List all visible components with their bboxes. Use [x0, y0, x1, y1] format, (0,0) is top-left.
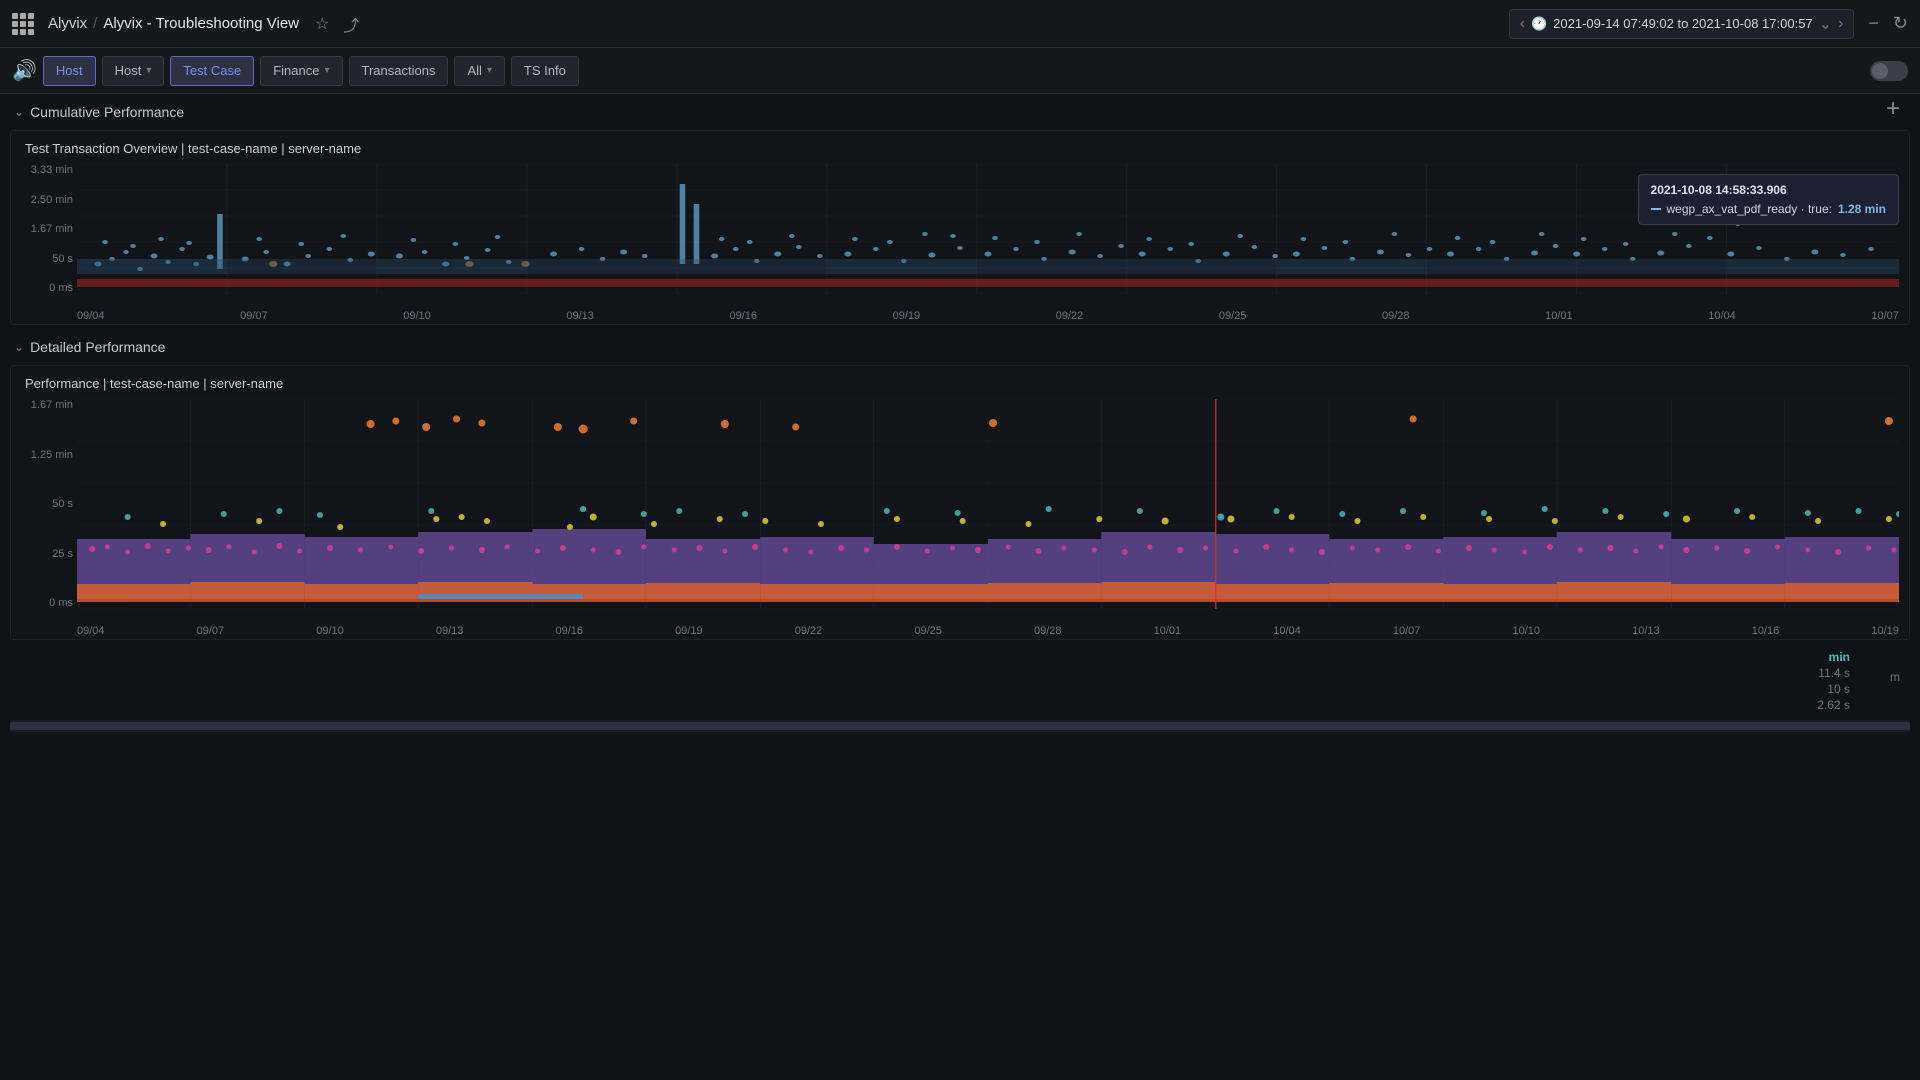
volume-icon[interactable]: 🔊	[12, 58, 37, 83]
breadcrumb-current: Alyvix - Troubleshooting View	[103, 15, 299, 32]
y-label-3: 50 s	[52, 253, 73, 265]
y-label-d0: 1.67 min	[31, 399, 73, 411]
detailed-chart-title: Performance | test-case-name | server-na…	[11, 376, 1909, 399]
breadcrumb: Alyvix / Alyvix - Troubleshooting View	[48, 15, 299, 32]
test-case-button[interactable]: Test Case	[170, 56, 254, 86]
y-label-d1: 1.25 min	[31, 449, 73, 461]
y-label-1: 2.50 min	[31, 194, 73, 206]
tooltip-time: 2021-10-08 14:58:33.906	[1651, 183, 1886, 197]
prev-time-arrow[interactable]: ‹	[1520, 15, 1525, 33]
detailed-x-axis: 09/04 09/07 09/10 09/13 09/16 09/19 09/2…	[77, 625, 1899, 637]
y-label-0: 3.33 min	[31, 164, 73, 176]
cumulative-svg-area	[77, 164, 1899, 294]
y-label-4: 0 ms	[49, 282, 73, 294]
y-label-d2: 50 s	[52, 498, 73, 510]
star-icon[interactable]: ☆	[315, 14, 329, 34]
detailed-chart-area: 1.67 min 1.25 min 50 s 25 s 0 ms	[11, 399, 1909, 639]
add-panel-button[interactable]: +	[1886, 95, 1900, 123]
toggle-switch-container[interactable]	[1870, 61, 1908, 81]
cumulative-section-header[interactable]: ⌄ Cumulative Performance	[0, 94, 1920, 126]
detailed-section-title: Detailed Performance	[30, 339, 165, 355]
host-caret: ▾	[146, 65, 151, 76]
expand-time-arrow[interactable]: ⌄	[1819, 14, 1832, 34]
scroll-bar[interactable]	[10, 720, 1910, 732]
scroll-handle[interactable]	[10, 722, 1910, 730]
share-icon[interactable]: ⤴	[343, 12, 359, 36]
time-val-2: 2.62 s	[1817, 698, 1850, 712]
time-range-text: 2021-09-14 07:49:02 to 2021-10-08 17:00:…	[1553, 16, 1813, 31]
detailed-chevron: ⌄	[14, 340, 24, 354]
host-dropdown-button[interactable]: Host ▾	[102, 56, 165, 86]
chart-tooltip: 2021-10-08 14:58:33.906 wegp_ax_vat_pdf_…	[1638, 174, 1899, 225]
cumulative-x-axis: 09/04 09/07 09/10 09/13 09/16 09/19 09/2…	[77, 310, 1899, 322]
clock-icon: 🕐	[1531, 16, 1547, 32]
detailed-y-axis: 1.67 min 1.25 min 50 s 25 s 0 ms	[21, 399, 77, 609]
cumulative-chevron: ⌄	[14, 105, 24, 119]
legend-min-label: min	[1829, 650, 1850, 664]
all-dropdown-button[interactable]: All ▾	[454, 56, 504, 86]
all-caret: ▾	[487, 65, 492, 76]
detailed-chart-panel: Performance | test-case-name | server-na…	[10, 365, 1910, 640]
zoom-out-button[interactable]: −	[1868, 13, 1879, 34]
detailed-section-header[interactable]: ⌄ Detailed Performance	[0, 329, 1920, 361]
cumulative-section-title: Cumulative Performance	[30, 104, 184, 120]
refresh-button[interactable]: ↻	[1893, 13, 1908, 34]
cumulative-chart-area: 3.33 min 2.50 min 1.67 min 50 s 0 ms	[11, 164, 1909, 324]
toggle-switch[interactable]	[1870, 61, 1908, 81]
top-nav: Alyvix / Alyvix - Troubleshooting View ☆…	[0, 0, 1920, 48]
time-values: min 11.4 s 10 s 2.62 s	[1817, 650, 1850, 712]
time-val-0: 11.4 s	[1818, 666, 1850, 680]
tooltip-entry: wegp_ax_vat_pdf_ready · true: 1.28 min	[1651, 202, 1886, 216]
next-time-arrow[interactable]: ›	[1838, 15, 1843, 33]
finance-caret: ▾	[324, 65, 329, 76]
y-label-d3: 25 s	[52, 548, 73, 560]
cumulative-chart-title: Test Transaction Overview | test-case-na…	[11, 141, 1909, 164]
transactions-button[interactable]: Transactions	[349, 56, 449, 86]
tooltip-dot	[1651, 208, 1661, 210]
toolbar: 🔊 Host Host ▾ Test Case Finance ▾ Transa…	[0, 48, 1920, 94]
cumulative-y-axis: 3.33 min 2.50 min 1.67 min 50 s 0 ms	[21, 164, 77, 294]
cumulative-chart-panel: Test Transaction Overview | test-case-na…	[10, 130, 1910, 325]
nav-icons: ☆ ⤴	[315, 12, 359, 36]
host-button[interactable]: Host	[43, 56, 96, 86]
y-label-d4: 0 ms	[49, 597, 73, 609]
tooltip-value: 1.28 min	[1838, 202, 1886, 216]
finance-dropdown-button[interactable]: Finance ▾	[260, 56, 342, 86]
breadcrumb-sep: /	[93, 15, 97, 32]
time-range-control[interactable]: ‹ 🕐 2021-09-14 07:49:02 to 2021-10-08 17…	[1509, 9, 1855, 39]
ts-info-button[interactable]: TS Info	[511, 56, 579, 86]
legend-m-label: m	[1890, 650, 1900, 684]
grid-icon[interactable]	[12, 13, 34, 35]
breadcrumb-root[interactable]: Alyvix	[48, 15, 87, 32]
tooltip-label: wegp_ax_vat_pdf_ready · true:	[1667, 202, 1832, 216]
detailed-svg-area	[77, 399, 1899, 609]
time-val-1: 10 s	[1827, 682, 1850, 696]
y-label-2: 1.67 min	[31, 223, 73, 235]
